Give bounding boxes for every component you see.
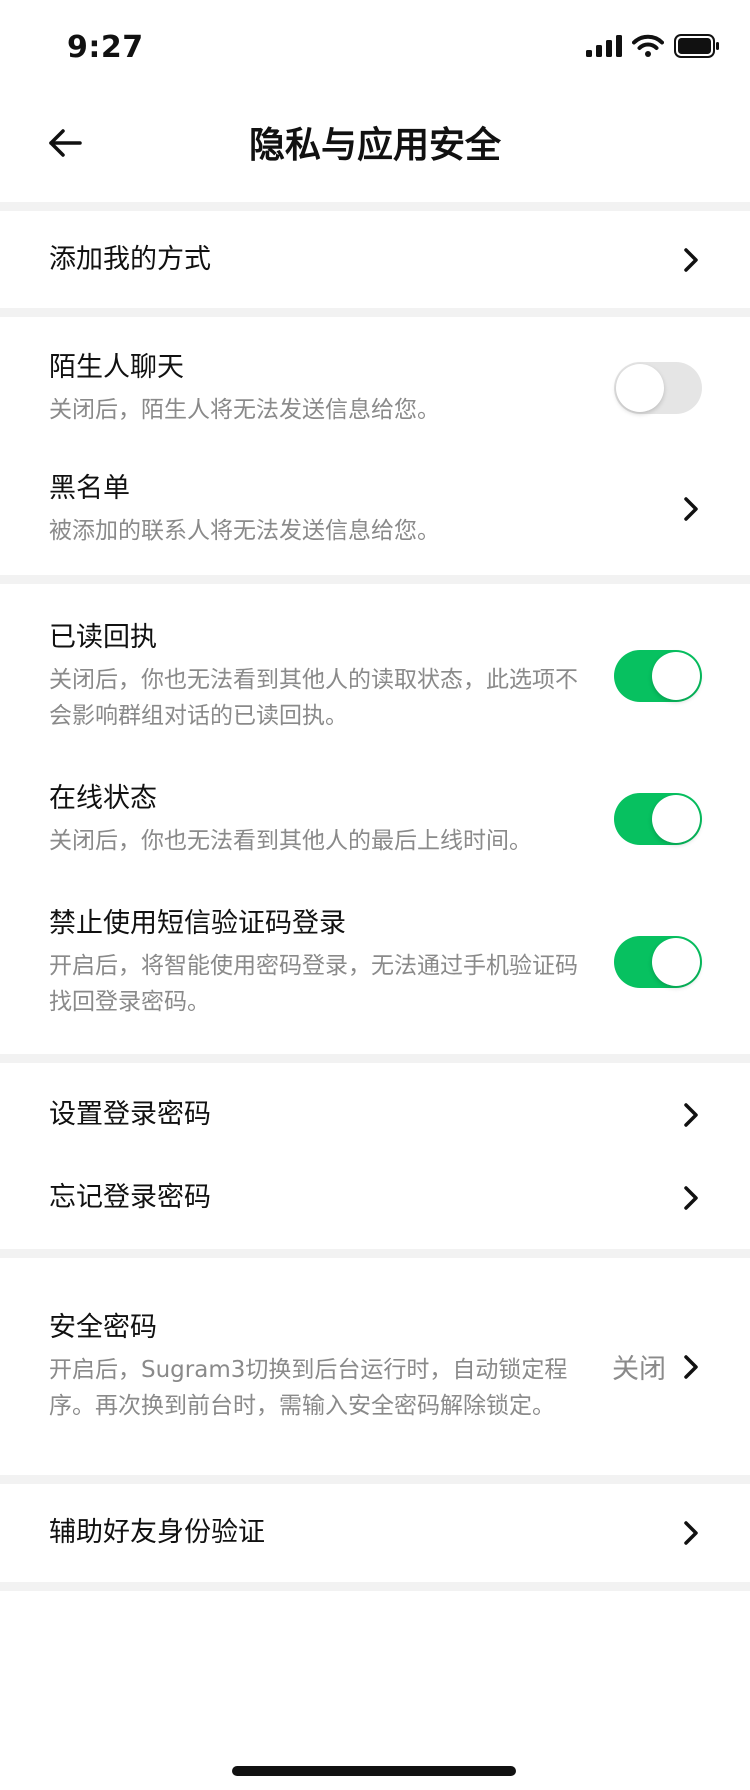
add-me-title: 添加我的方式 xyxy=(49,243,211,275)
section-divider xyxy=(0,1582,750,1591)
stranger-chat-toggle[interactable] xyxy=(614,362,702,414)
add-me-row[interactable]: 添加我的方式 xyxy=(0,211,750,308)
status-time: 9:27 xyxy=(67,30,144,65)
forgot-password-row[interactable]: 忘记登录密码 xyxy=(0,1157,750,1249)
toggle-knob xyxy=(652,938,700,986)
home-indicator[interactable] xyxy=(232,1766,516,1776)
nav-bar: 隐私与应用安全 xyxy=(0,90,750,202)
stranger-chat-title: 陌生人聊天 xyxy=(49,351,184,383)
section-friend-verify: 辅助好友身份验证 xyxy=(0,1484,750,1582)
read-receipt-toggle[interactable] xyxy=(614,650,702,702)
online-status-toggle[interactable] xyxy=(614,793,702,845)
set-password-row[interactable]: 设置登录密码 xyxy=(0,1063,750,1157)
section-security-code: 安全密码 开启后，Sugram3切换到后台运行时，自动锁定程序。再次换到前台时，… xyxy=(0,1258,750,1475)
chevron-right-icon xyxy=(680,245,702,275)
section-divider xyxy=(0,1249,750,1258)
read-receipt-desc: 关闭后，你也无法看到其他人的读取状态，此选项不会影响群组对话的已读回执。 xyxy=(49,666,578,729)
section-divider xyxy=(0,308,750,317)
stranger-chat-desc: 关闭后，陌生人将无法发送信息给您。 xyxy=(49,396,440,423)
online-status-title: 在线状态 xyxy=(49,782,157,814)
signal-icon xyxy=(586,35,622,61)
section-divider xyxy=(0,575,750,584)
toggle-knob xyxy=(652,795,700,843)
chevron-right-icon xyxy=(680,1100,702,1130)
disable-sms-login-toggle[interactable] xyxy=(614,936,702,988)
set-password-title: 设置登录密码 xyxy=(49,1099,211,1130)
settings-list: 添加我的方式 陌生人聊天 关闭后，陌生人将无法发送信息给您。 黑名单 被添加的联… xyxy=(0,202,750,1591)
security-code-desc: 开启后，Sugram3切换到后台运行时，自动锁定程序。再次换到前台时，需输入安全… xyxy=(49,1357,568,1419)
security-code-row[interactable]: 安全密码 开启后，Sugram3切换到后台运行时，自动锁定程序。再次换到前台时，… xyxy=(0,1258,750,1475)
forgot-password-title: 忘记登录密码 xyxy=(49,1182,211,1213)
blacklist-desc: 被添加的联系人将无法发送信息给您。 xyxy=(49,517,440,544)
blacklist-row[interactable]: 黑名单 被添加的联系人将无法发送信息给您。 xyxy=(0,451,750,575)
chevron-right-icon xyxy=(680,494,702,524)
security-code-value: 关闭 xyxy=(612,1354,666,1385)
status-icons xyxy=(586,34,720,62)
section-divider xyxy=(0,202,750,211)
security-code-title: 安全密码 xyxy=(49,1312,157,1343)
section-add-me: 添加我的方式 xyxy=(0,211,750,308)
page-title: 隐私与应用安全 xyxy=(248,125,501,166)
status-bar: 9:27 xyxy=(0,0,750,90)
section-privacy-toggles: 已读回执 关闭后，你也无法看到其他人的读取状态，此选项不会影响群组对话的已读回执… xyxy=(0,584,750,1054)
disable-sms-login-desc: 开启后，将智能使用密码登录，无法通过手机验证码找回登录密码。 xyxy=(49,952,578,1015)
friend-verify-row[interactable]: 辅助好友身份验证 xyxy=(0,1484,750,1582)
chevron-right-icon xyxy=(680,1518,702,1548)
wifi-icon xyxy=(632,34,664,62)
friend-verify-title: 辅助好友身份验证 xyxy=(49,1517,265,1548)
blacklist-title: 黑名单 xyxy=(49,472,130,504)
online-status-row: 在线状态 关闭后，你也无法看到其他人的最后上线时间。 xyxy=(0,754,750,884)
section-divider xyxy=(0,1475,750,1484)
section-divider xyxy=(0,1054,750,1063)
read-receipt-title: 已读回执 xyxy=(49,621,157,653)
chevron-right-icon xyxy=(680,1352,702,1382)
disable-sms-login-row: 禁止使用短信验证码登录 开启后，将智能使用密码登录，无法通过手机验证码找回登录密… xyxy=(0,884,750,1054)
online-status-desc: 关闭后，你也无法看到其他人的最后上线时间。 xyxy=(49,827,532,854)
section-contacts: 陌生人聊天 关闭后，陌生人将无法发送信息给您。 黑名单 被添加的联系人将无法发送… xyxy=(0,317,750,575)
section-login-password: 设置登录密码 忘记登录密码 xyxy=(0,1063,750,1249)
stranger-chat-row: 陌生人聊天 关闭后，陌生人将无法发送信息给您。 xyxy=(0,317,750,451)
chevron-right-icon xyxy=(680,1183,702,1213)
read-receipt-row: 已读回执 关闭后，你也无法看到其他人的读取状态，此选项不会影响群组对话的已读回执… xyxy=(0,584,750,754)
toggle-knob xyxy=(616,364,664,412)
battery-icon xyxy=(674,34,720,62)
disable-sms-login-title: 禁止使用短信验证码登录 xyxy=(49,907,346,939)
toggle-knob xyxy=(652,652,700,700)
